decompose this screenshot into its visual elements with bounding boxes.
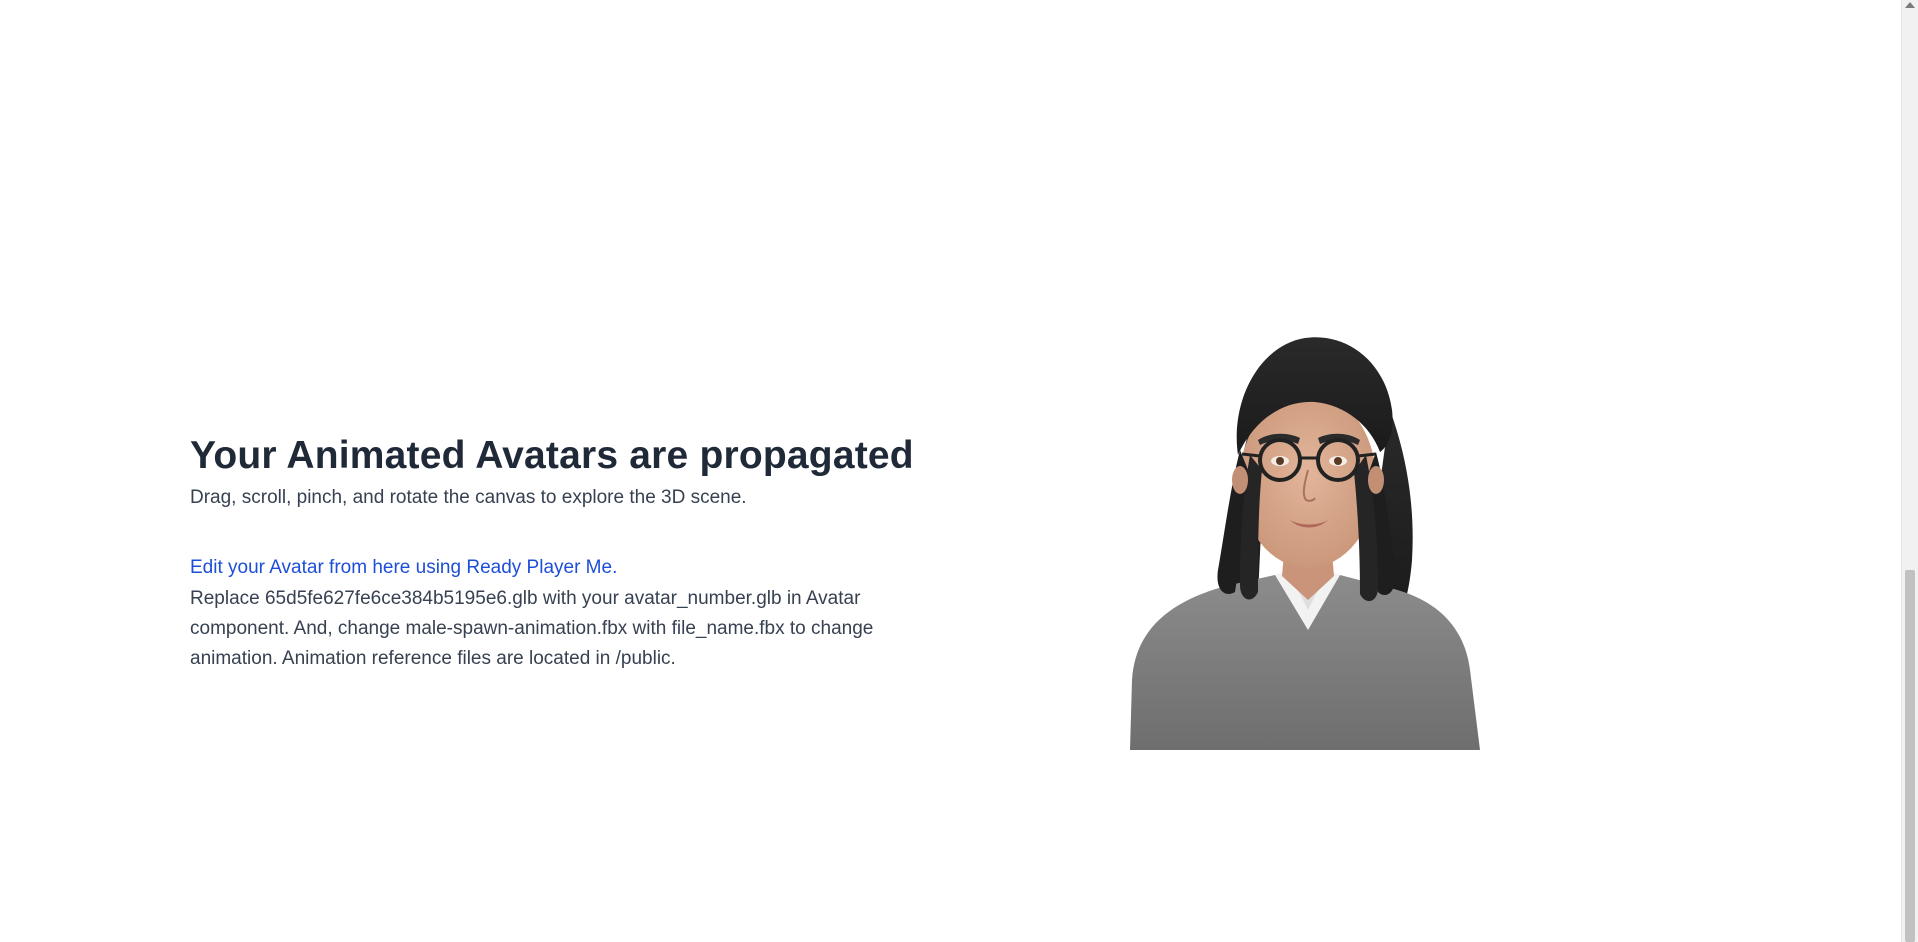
instructions-text: Replace 65d5fe627fe6ce384b5195e6.glb wit… xyxy=(190,588,874,669)
page-scrollbar[interactable] xyxy=(1901,0,1918,942)
avatar-render xyxy=(1130,337,1480,750)
page: Your Animated Avatars are propagated Dra… xyxy=(0,0,1918,942)
page-title: Your Animated Avatars are propagated xyxy=(190,434,914,477)
scroll-up-arrow-icon[interactable] xyxy=(1905,2,1915,8)
avatar-3d-canvas[interactable] xyxy=(1090,330,1550,750)
scrollbar-thumb[interactable] xyxy=(1905,570,1915,942)
edit-avatar-link[interactable]: Edit your Avatar from here using Ready P… xyxy=(190,554,617,582)
page-subtitle: Drag, scroll, pinch, and rotate the canv… xyxy=(190,487,747,508)
hero-text-section: Your Animated Avatars are propagated Dra… xyxy=(190,432,920,674)
